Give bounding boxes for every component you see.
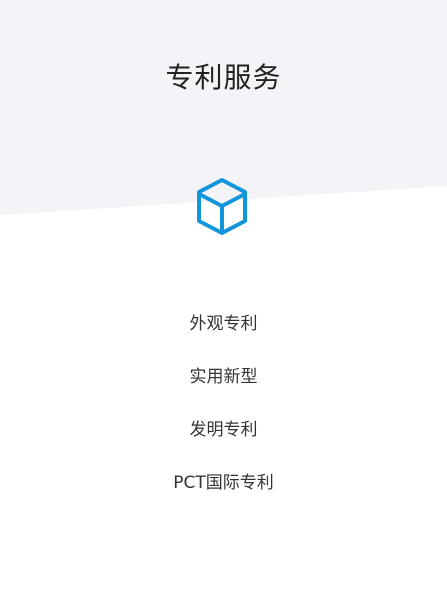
service-list: 外观专利 实用新型 发明专利 PCT国际专利 — [0, 308, 447, 520]
cube-icon — [197, 178, 247, 235]
page-title: 专利服务 — [165, 61, 282, 94]
service-item-design-patent[interactable]: 外观专利 — [0, 308, 447, 361]
service-item-invention-patent[interactable]: 发明专利 — [0, 414, 447, 467]
service-item-pct-international-patent[interactable]: PCT国际专利 — [0, 467, 447, 520]
service-item-utility-model[interactable]: 实用新型 — [0, 361, 447, 414]
